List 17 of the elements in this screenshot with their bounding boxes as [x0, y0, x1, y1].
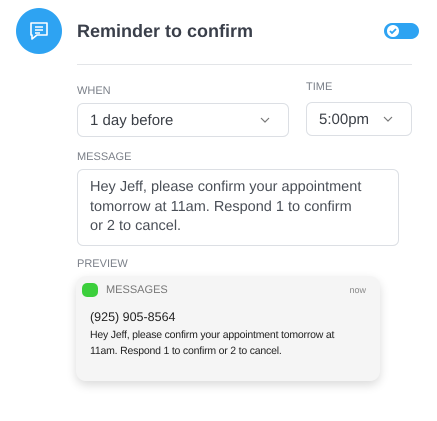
section-title: Reminder to confirm [77, 20, 254, 42]
field-label: TIME [306, 81, 334, 93]
messages-app-icon [82, 282, 98, 296]
sender-number: (925) 905-8564 [90, 310, 176, 324]
notification-text: Hey Jeff, please confirm your appointment tomorrow at 11am. Respond 1 to confirm or 2 to cancel. [90, 328, 336, 358]
when-dropdown[interactable]: 1 day before [77, 103, 289, 137]
message-field[interactable]: Hey Jeff, please confirm your appointment tomorrow at 11am. Respond 1 to confirm or 2 to cancel. [77, 169, 399, 246]
toggle-switch[interactable] [384, 23, 419, 39]
chevron-icon [260, 117, 270, 123]
field-label: WHEN [77, 85, 112, 97]
message-icon [16, 8, 62, 54]
field-label: MESSAGE [77, 151, 132, 163]
notification-time: now [349, 284, 366, 294]
app-name: MESSAGES [106, 284, 169, 296]
field-label: PREVIEW [77, 258, 129, 270]
chevron-icon [383, 116, 393, 122]
time-dropdown[interactable]: 5:00pm [306, 102, 412, 136]
